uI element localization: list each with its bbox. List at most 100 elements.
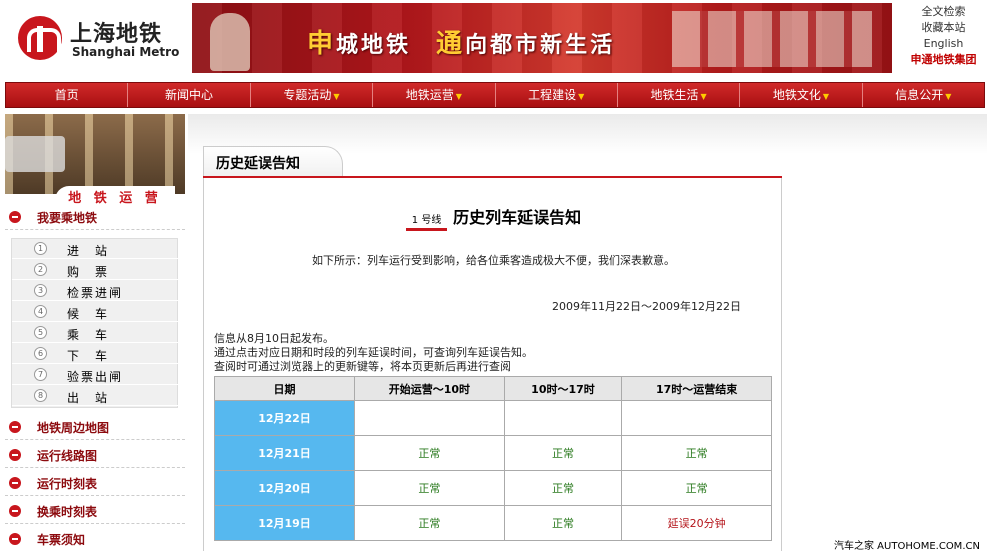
sidebar-item-label: 换乘时刻表 — [37, 505, 98, 519]
step-number-icon: 6 — [34, 347, 47, 360]
step-number-icon: 5 — [34, 326, 47, 339]
watermark: 汽车之家 AUTOHOME.COM.CN — [834, 537, 980, 551]
metro-logo-icon — [18, 16, 62, 60]
minus-circle-icon — [9, 505, 21, 517]
nav-news[interactable]: 新闻中心 — [128, 83, 251, 107]
minus-circle-icon — [9, 211, 21, 223]
step-enter-station[interactable]: 1 进 站 — [12, 239, 179, 259]
shentong-group-link[interactable]: 申通地铁集团 — [900, 52, 987, 68]
dropdown-arrow-icon: ▼ — [333, 92, 340, 101]
sidebar-item-label: 运行线路图 — [37, 449, 98, 463]
nav-metro-culture[interactable]: 地铁文化 ▼ — [740, 83, 863, 107]
step-exit-station[interactable]: 8 出 站 — [12, 386, 179, 406]
nav-construction[interactable]: 工程建设 ▼ — [496, 83, 618, 107]
minus-circle-icon — [9, 533, 21, 545]
sidebar-item-timetable[interactable]: 运行时刻表 — [5, 470, 185, 496]
table-header-row: 日期 开始运营～10时 10时～17时 17时～运营结束 — [214, 376, 772, 401]
status-cell[interactable]: 正常 — [354, 505, 505, 541]
date-cell[interactable]: 12月20日 — [214, 470, 355, 506]
status-cell[interactable]: 正常 — [621, 435, 772, 471]
status-cell[interactable]: 正常 — [354, 470, 505, 506]
sidebar-item-label: 地铁周边地图 — [37, 421, 110, 435]
nav-metro-life[interactable]: 地铁生活 ▼ — [618, 83, 741, 107]
sidebar-item-ride-metro[interactable]: 我要乘地铁 — [5, 204, 185, 230]
table-row: 12月22日 — [214, 400, 772, 436]
dropdown-arrow-icon: ▼ — [945, 92, 952, 101]
sidebar-item-label: 运行时刻表 — [37, 477, 98, 491]
dropdown-arrow-icon: ▼ — [578, 92, 585, 101]
date-cell[interactable]: 12月19日 — [214, 505, 355, 541]
status-cell[interactable] — [354, 400, 505, 436]
english-link[interactable]: English — [900, 36, 987, 52]
sidebar-item-route-map[interactable]: 运行线路图 — [5, 442, 185, 468]
shanghai-metro-logo[interactable]: 上海地铁 Shanghai Metro — [18, 14, 188, 64]
delay-notice-panel: 1 号线 历史列车延误告知 如下所示：列车运行受到影响，给各位乘客造成极大不便，… — [203, 178, 782, 551]
station-photo — [5, 114, 185, 194]
date-cell[interactable]: 12月22日 — [214, 400, 355, 436]
nav-events[interactable]: 专题活动 ▼ — [251, 83, 374, 107]
delay-link-cell[interactable]: 延误20分钟 — [621, 505, 772, 541]
apology-notice: 如下所示：列车运行受到影响，给各位乘客造成极大不便，我们深表歉意。 — [312, 254, 675, 267]
step-number-icon: 1 — [34, 242, 47, 255]
page-header: 上海地铁 Shanghai Metro 申城地铁 通向都市新生活 全文检索 收藏… — [0, 0, 987, 80]
info-text: 信息从8月10日起发布。 通过点击对应日期和时段的列车延误时间，可查询列车延误告… — [214, 332, 533, 373]
top-links: 全文检索 收藏本站 English 申通地铁集团 — [900, 4, 987, 68]
step-buy-ticket[interactable]: 2 购 票 — [12, 260, 179, 280]
status-cell[interactable]: 正常 — [621, 470, 772, 506]
nav-info-disclosure[interactable]: 信息公开 ▼ — [863, 83, 984, 107]
sidebar-item-label: 车票须知 — [37, 533, 86, 547]
step-ticket-check-in[interactable]: 3 检票进闸 — [12, 281, 179, 301]
minus-circle-icon — [9, 449, 21, 461]
nav-home[interactable]: 首页 — [6, 83, 129, 107]
sidebar-item-label: 我要乘地铁 — [37, 211, 98, 225]
status-cell[interactable]: 正常 — [503, 505, 623, 541]
table-row: 12月19日 正常 正常 延误20分钟 — [214, 505, 772, 541]
main-nav: 首页 新闻中心 专题活动 ▼ 地铁运营 ▼ 工程建设 ▼ 地铁生活 ▼ 地铁文化 ▼ 信息… — [5, 82, 985, 108]
sidebar-item-transfer-timetable[interactable]: 换乘时刻表 — [5, 498, 185, 524]
column-header-date: 日期 — [214, 376, 355, 401]
column-header-evening: 17时～运营结束 — [621, 376, 772, 401]
table-row: 12月20日 正常 正常 正常 — [214, 470, 772, 506]
train-doors-image — [672, 11, 872, 67]
status-cell[interactable]: 正常 — [503, 435, 623, 471]
minus-circle-icon — [9, 477, 21, 489]
fulltext-search-link[interactable]: 全文检索 — [900, 4, 987, 20]
dropdown-arrow-icon: ▼ — [700, 92, 707, 101]
sidebar-item-ticket-info[interactable]: 车票须知 — [5, 526, 185, 551]
step-number-icon: 2 — [34, 263, 47, 276]
sidebar: 地 铁 运 营 我要乘地铁 1 进 站 2 购 票 3 检票进闸 4 候 车 5… — [5, 114, 185, 551]
sidebar-item-area-map[interactable]: 地铁周边地图 — [5, 414, 185, 440]
main-content: 历史延误告知 1 号线 历史列车延误告知 如下所示：列车运行受到影响，给各位乘客… — [188, 114, 987, 551]
dropdown-arrow-icon: ▼ — [455, 92, 462, 101]
minus-circle-icon — [9, 421, 21, 433]
date-range: 2009年11月22日～2009年12月22日 — [552, 300, 741, 313]
banner-slogan: 申城地铁 通向都市新生活 — [307, 29, 616, 59]
step-get-off[interactable]: 6 下 车 — [12, 344, 179, 364]
step-number-icon: 3 — [34, 284, 47, 297]
status-cell[interactable]: 正常 — [503, 470, 623, 506]
table-row: 12月21日 正常 正常 正常 — [214, 435, 772, 471]
status-cell[interactable] — [621, 400, 772, 436]
headline: 1 号线 历史列车延误告知 — [204, 204, 783, 231]
nav-operations[interactable]: 地铁运营 ▼ — [373, 83, 496, 107]
passenger-image — [210, 13, 250, 71]
logo-english-text: Shanghai Metro — [72, 45, 180, 59]
step-board-train[interactable]: 5 乘 车 — [12, 323, 179, 343]
step-number-icon: 7 — [34, 368, 47, 381]
step-ticket-check-out[interactable]: 7 验票出闸 — [12, 365, 179, 385]
ride-steps-list: 1 进 站 2 购 票 3 检票进闸 4 候 车 5 乘 车 6 下 车 7 验… — [11, 238, 179, 408]
status-cell[interactable]: 正常 — [354, 435, 505, 471]
page-title-tab: 历史延误告知 — [203, 146, 343, 176]
headline-title: 历史列车延误告知 — [453, 208, 582, 227]
step-number-icon: 4 — [34, 305, 47, 318]
column-header-morning: 开始运营～10时 — [354, 376, 505, 401]
date-cell[interactable]: 12月21日 — [214, 435, 355, 471]
delay-table: 日期 开始运营～10时 10时～17时 17时～运营结束 12月22日 12月2… — [214, 376, 772, 541]
bookmark-link[interactable]: 收藏本站 — [900, 20, 987, 36]
header-banner: 申城地铁 通向都市新生活 — [192, 3, 892, 73]
status-cell[interactable] — [503, 400, 623, 436]
step-wait-train[interactable]: 4 候 车 — [12, 302, 179, 322]
step-number-icon: 8 — [34, 389, 47, 402]
train-image — [5, 136, 65, 172]
page-title: 历史延误告知 — [216, 156, 300, 172]
